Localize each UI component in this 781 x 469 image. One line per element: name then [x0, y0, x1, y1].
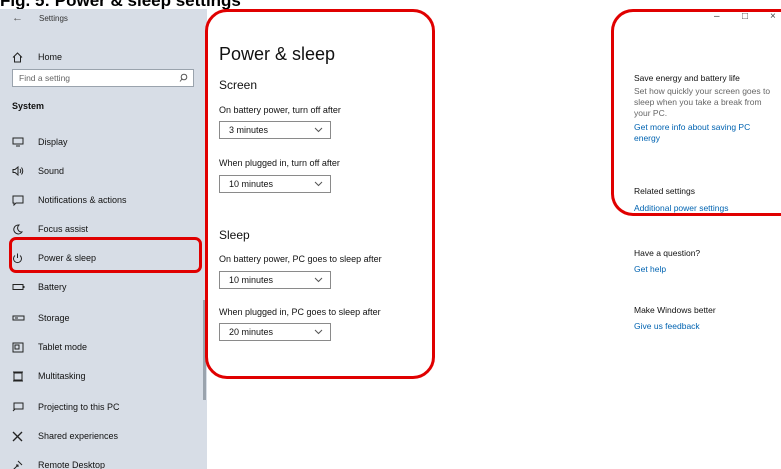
sidebar-item-battery[interactable]: Battery — [12, 276, 67, 298]
related-settings-heading: Related settings — [634, 186, 695, 196]
title-bar: ← Settings — [12, 9, 68, 27]
sidebar-item-label: Battery — [38, 282, 67, 292]
sidebar-item-tablet-mode[interactable]: Tablet mode — [12, 336, 87, 358]
sidebar-item-label: Notifications & actions — [38, 195, 127, 205]
sidebar-item-label: Remote Desktop — [38, 460, 106, 469]
sidebar-item-notifications[interactable]: Notifications & actions — [12, 189, 127, 211]
sleep-battery-label: On battery power, PC goes to sleep after — [219, 254, 382, 264]
page-title: Power & sleep — [219, 44, 336, 64]
sidebar-item-label: Sound — [38, 166, 65, 176]
maximize-button[interactable]: □ — [742, 11, 748, 22]
save-energy-heading: Save energy and battery life — [634, 73, 740, 83]
moon-icon — [12, 223, 30, 235]
save-energy-description: Set how quickly your screen goes to slee… — [634, 86, 771, 118]
chevron-down-icon — [314, 327, 323, 338]
sidebar-item-label: Display — [38, 137, 68, 147]
chevron-down-icon — [314, 275, 323, 286]
projector-icon — [12, 402, 30, 412]
window-title: Settings — [39, 13, 68, 23]
multitasking-icon — [12, 371, 30, 382]
additional-power-settings-link[interactable]: Additional power settings — [634, 203, 774, 214]
search-icon[interactable] — [179, 73, 188, 84]
close-button[interactable]: × — [770, 11, 776, 22]
sidebar-item-label: Focus assist — [38, 224, 89, 234]
sidebar-item-label: Home — [38, 52, 63, 62]
storage-icon — [12, 314, 30, 322]
sidebar-item-label: Projecting to this PC — [38, 402, 120, 412]
speaker-icon — [12, 166, 30, 176]
dropdown-value: 10 minutes — [229, 275, 274, 285]
make-windows-better-heading: Make Windows better — [634, 305, 716, 315]
screen-battery-dropdown[interactable]: 3 minutes — [219, 121, 331, 139]
sleep-battery-dropdown[interactable]: 10 minutes — [219, 271, 331, 289]
chevron-down-icon — [314, 125, 323, 136]
notification-icon — [12, 195, 30, 206]
sleep-heading: Sleep — [219, 228, 250, 242]
battery-icon — [12, 283, 30, 291]
screen-plugged-dropdown[interactable]: 10 minutes — [219, 175, 331, 193]
chevron-down-icon — [314, 179, 323, 190]
sidebar-item-projecting[interactable]: Projecting to this PC — [12, 396, 120, 418]
sidebar-item-shared-experiences[interactable]: Shared experiences — [12, 425, 118, 447]
sidebar-item-home[interactable]: Home — [12, 46, 62, 68]
sidebar-item-remote-desktop[interactable]: Remote Desktop — [12, 454, 105, 469]
sleep-plugged-label: When plugged in, PC goes to sleep after — [219, 307, 381, 317]
tablet-icon — [12, 342, 30, 353]
figure-title: Fig. 5: Power & sleep settings — [0, 0, 241, 10]
screen-plugged-label: When plugged in, turn off after — [219, 158, 340, 168]
dropdown-value: 20 minutes — [229, 327, 274, 337]
sidebar-item-display[interactable]: Display — [12, 131, 68, 153]
get-help-link[interactable]: Get help — [634, 264, 774, 275]
remote-desktop-icon — [12, 460, 30, 469]
monitor-icon — [12, 137, 30, 147]
dropdown-value: 10 minutes — [229, 179, 274, 189]
question-heading: Have a question? — [634, 248, 701, 258]
sleep-plugged-dropdown[interactable]: 20 minutes — [219, 323, 331, 341]
shared-icon — [12, 431, 30, 442]
search-input[interactable]: Find a setting — [12, 69, 194, 87]
saving-energy-link[interactable]: Get more info about saving PC energy — [634, 122, 774, 144]
screen-heading: Screen — [219, 78, 258, 92]
minimize-button[interactable]: – — [714, 11, 720, 22]
selected-item-highlight — [9, 237, 202, 273]
sidebar-item-label: Storage — [38, 313, 70, 323]
sidebar-item-label: Multitasking — [38, 371, 86, 381]
settings-window: Fig. 5: Power & sleep settings ← Setting… — [0, 0, 781, 469]
sidebar-group-label: System — [12, 101, 45, 111]
search-placeholder: Find a setting — [19, 73, 71, 83]
back-arrow-icon[interactable]: ← — [12, 12, 23, 24]
feedback-link[interactable]: Give us feedback — [634, 321, 774, 332]
dropdown-value: 3 minutes — [229, 125, 269, 135]
sidebar-item-sound[interactable]: Sound — [12, 160, 64, 182]
sidebar-item-label: Shared experiences — [38, 431, 119, 441]
home-icon — [12, 51, 30, 63]
sidebar-item-multitasking[interactable]: Multitasking — [12, 365, 86, 387]
sidebar-item-label: Tablet mode — [38, 342, 88, 352]
screen-battery-label: On battery power, turn off after — [219, 105, 341, 115]
sidebar-item-storage[interactable]: Storage — [12, 307, 70, 329]
